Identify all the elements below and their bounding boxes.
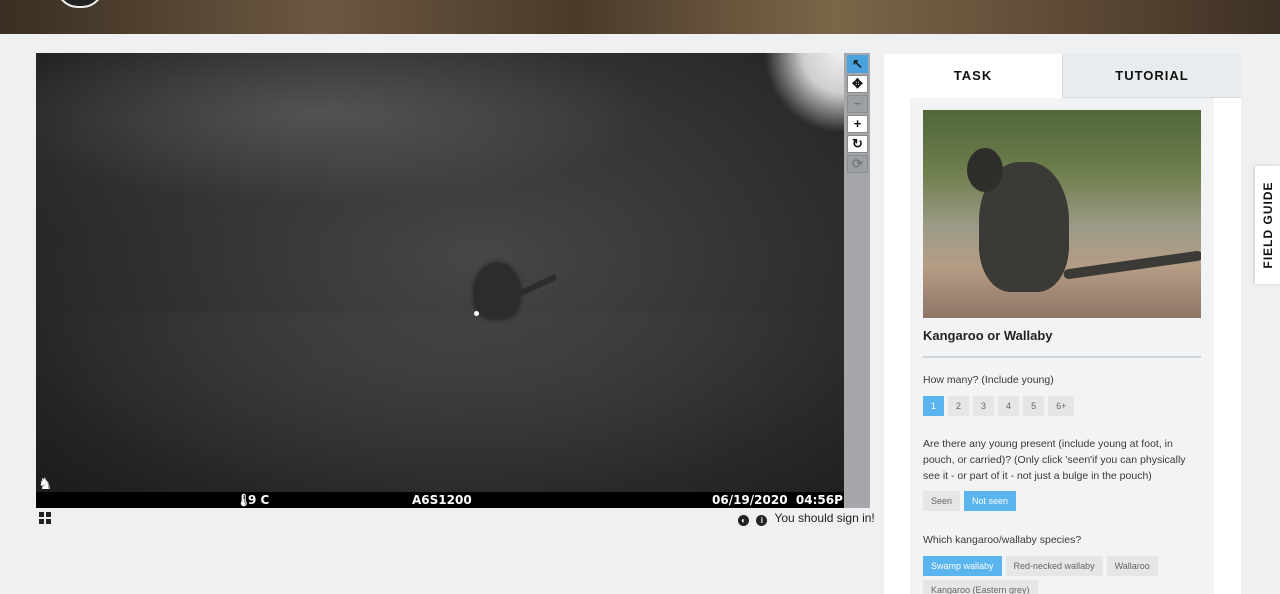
camera-datetime: 06/19/2020 04:56PM — [712, 493, 844, 507]
field-guide-tab[interactable]: FIELD GUIDE — [1255, 166, 1280, 284]
field-guide-label: FIELD GUIDE — [1260, 181, 1275, 269]
option-count-2[interactable]: 2 — [948, 396, 970, 416]
tab-task[interactable]: TASK — [884, 54, 1062, 98]
grid-view-icon[interactable] — [39, 512, 51, 524]
species-photo — [923, 110, 1201, 318]
option-swamp-wallaby[interactable]: Swamp wallaby — [923, 556, 1002, 576]
option-not-seen[interactable]: Not seen — [964, 491, 1017, 511]
divider — [923, 356, 1201, 358]
question-young-present: Are there any young present (include you… — [923, 438, 1186, 482]
option-seen[interactable]: Seen — [923, 491, 961, 511]
rotate-tool[interactable]: ↻ — [847, 135, 868, 153]
task-body: Kangaroo or Wallaby How many? (Include y… — [910, 98, 1214, 594]
species-name: Kangaroo or Wallaby — [923, 328, 1053, 343]
camera-info-strip: 🌡 9 C A6S1200 06/19/2020 04:56PM — [36, 492, 844, 508]
question-how-many: How many? (Include young) — [923, 374, 1054, 386]
option-count-6plus[interactable]: 6+ — [1048, 396, 1075, 416]
how-many-options: 1 2 3 4 5 6+ — [923, 396, 1203, 416]
site-logo[interactable] — [56, 0, 104, 8]
photo-wallaby-head — [967, 148, 1003, 192]
minus-icon: − — [853, 96, 862, 111]
image-meta-bar: ◐ i You should sign in! — [738, 511, 875, 526]
camera-model: A6S1200 — [412, 493, 472, 507]
pointer-tool[interactable]: ↖ — [847, 55, 868, 73]
option-wallaroo[interactable]: Wallaroo — [1106, 556, 1158, 576]
question-species: Which kangaroo/wallaby species? — [923, 534, 1082, 546]
background-foliage — [36, 53, 844, 253]
flash-glare — [764, 53, 844, 133]
eye-shine — [474, 311, 479, 316]
camera-temp: 9 C — [248, 493, 270, 507]
camera-brand-icon: ♞ — [38, 476, 53, 493]
wallaby-silhouette — [474, 263, 558, 319]
option-count-4[interactable]: 4 — [998, 396, 1020, 416]
pointer-icon: ↖ — [852, 56, 863, 71]
task-panel: TASK TUTORIAL Kangaroo or Wallaby How ma… — [884, 54, 1241, 594]
header-banner — [0, 0, 1280, 34]
background-ground — [36, 313, 844, 508]
rotate-icon: ↻ — [852, 136, 863, 151]
reset-icon: ⟳ — [852, 156, 863, 171]
contrast-icon[interactable]: ◐ — [738, 515, 749, 526]
option-red-necked-wallaby[interactable]: Red-necked wallaby — [1005, 556, 1103, 576]
option-count-5[interactable]: 5 — [1023, 396, 1045, 416]
tail — [514, 273, 558, 299]
plus-icon: + — [853, 116, 862, 131]
zoom-in-tool[interactable]: + — [847, 115, 868, 133]
option-count-1[interactable]: 1 — [923, 396, 945, 416]
move-tool[interactable]: ✥ — [847, 75, 868, 93]
species-options: Swamp wallaby Red-necked wallaby Wallaro… — [923, 556, 1203, 594]
option-count-3[interactable]: 3 — [973, 396, 995, 416]
photo-wallaby-tail — [1062, 250, 1201, 280]
young-present-options: Seen Not seen — [923, 491, 1203, 511]
zoom-out-tool[interactable]: − — [847, 95, 868, 113]
subject-image[interactable]: ♞ 🌡 9 C A6S1200 06/19/2020 04:56PM — [36, 53, 844, 508]
reset-tool[interactable]: ⟳ — [847, 155, 868, 173]
info-icon[interactable]: i — [756, 515, 768, 526]
move-icon: ✥ — [852, 76, 863, 91]
image-toolbar: ↖ ✥ − + ↻ ⟳ — [844, 53, 870, 508]
panel-tabs: TASK TUTORIAL — [884, 54, 1241, 98]
tab-tutorial[interactable]: TUTORIAL — [1062, 54, 1241, 98]
sign-in-notice[interactable]: You should sign in! — [774, 511, 874, 525]
option-eastern-grey-kangaroo[interactable]: Kangaroo (Eastern grey) — [923, 580, 1038, 594]
